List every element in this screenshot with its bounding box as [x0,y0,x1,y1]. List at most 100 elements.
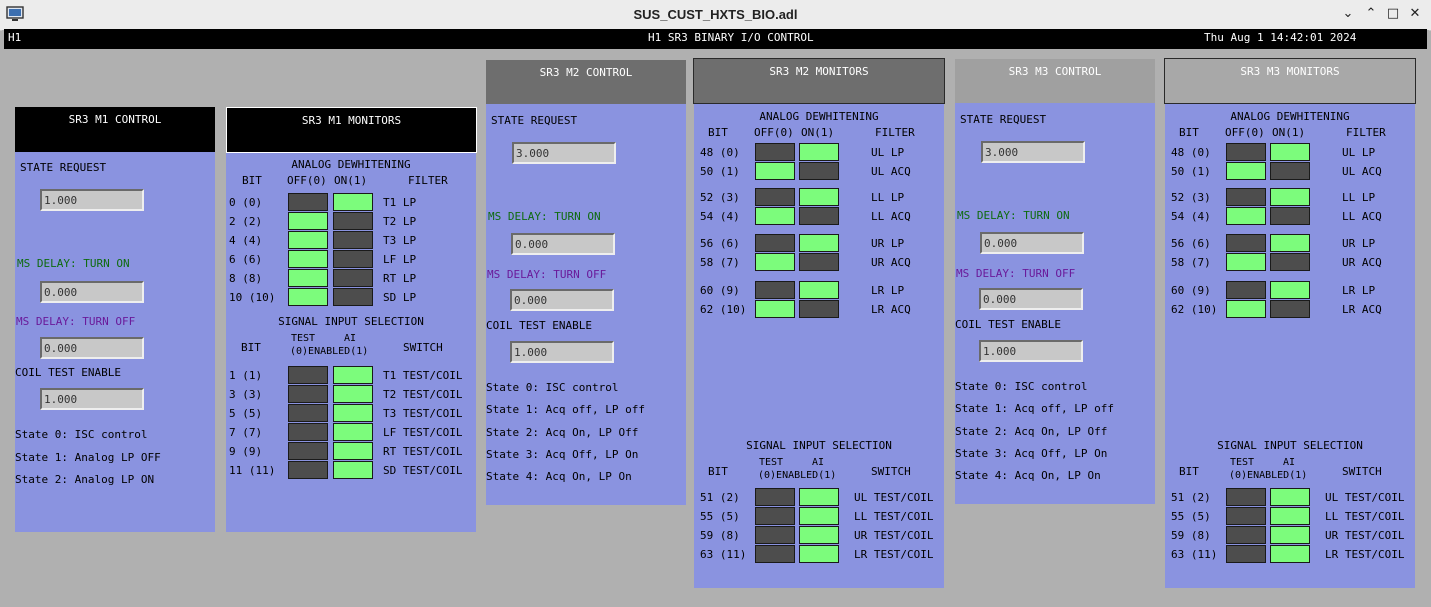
test-state-led[interactable] [1226,545,1266,563]
off-state-led[interactable] [1226,300,1266,318]
off-state-led[interactable] [755,162,795,180]
m3-state-request-input[interactable]: 3.000 [981,141,1085,163]
switch-column-header: SWITCH [403,341,443,354]
test-state-led[interactable] [1226,526,1266,544]
ai-enabled-led[interactable] [1270,507,1310,525]
off-state-led[interactable] [755,207,795,225]
test-state-led[interactable] [1226,488,1266,506]
m1-state-request-input[interactable]: 1.000 [40,189,144,211]
test-state-led[interactable] [288,442,328,460]
off-state-led[interactable] [288,269,328,287]
maximize-button[interactable]: ⌃ [1362,5,1380,23]
test-state-led[interactable] [288,423,328,441]
on-state-led[interactable] [333,288,373,306]
on-state-led[interactable] [1270,143,1310,161]
on-state-led[interactable] [333,269,373,287]
on-state-led[interactable] [333,212,373,230]
ai-enabled-led[interactable] [333,461,373,479]
m3-ms-delay-on-input[interactable]: 0.000 [980,232,1084,254]
off-state-led[interactable] [755,300,795,318]
off-state-led[interactable] [1226,253,1266,271]
m3-monitors-header: SR3 M3 MONITORS [1164,58,1416,104]
on-state-led[interactable] [799,162,839,180]
ai-enabled-led[interactable] [1270,488,1310,506]
on-state-led[interactable] [799,143,839,161]
on-state-led[interactable] [1270,207,1310,225]
off-state-led[interactable] [288,288,328,306]
on-state-led[interactable] [799,188,839,206]
on-state-led[interactable] [799,234,839,252]
filter-label: LR ACQ [1342,303,1382,316]
m2-ms-delay-on-input[interactable]: 0.000 [511,233,615,255]
bit-label: 5 (5) [229,407,263,420]
ai-enabled-led[interactable] [333,423,373,441]
restore-button[interactable]: □ [1384,5,1402,23]
on-state-led[interactable] [333,250,373,268]
on-state-led[interactable] [799,253,839,271]
on-state-led[interactable] [799,281,839,299]
on-state-led[interactable] [799,207,839,225]
switch-label: LR TEST/COIL [854,548,934,561]
off-state-led[interactable] [755,281,795,299]
off-state-led[interactable] [755,143,795,161]
test-state-led[interactable] [755,545,795,563]
off-state-led[interactable] [755,253,795,271]
m1-coil-test-input[interactable]: 1.000 [40,388,144,410]
test-state-led[interactable] [755,488,795,506]
off-state-led[interactable] [1226,281,1266,299]
off-state-led[interactable] [755,188,795,206]
off-state-led[interactable] [288,250,328,268]
ai-enabled-led[interactable] [799,507,839,525]
test-state-led[interactable] [755,526,795,544]
m1-ms-delay-off-input[interactable]: 0.000 [40,337,144,359]
on-state-led[interactable] [1270,253,1310,271]
test-state-led[interactable] [1226,507,1266,525]
on-state-led[interactable] [799,300,839,318]
off-state-led[interactable] [1226,143,1266,161]
off-state-led[interactable] [1226,234,1266,252]
ai-enabled-led[interactable] [799,526,839,544]
m3-ms-delay-off-input[interactable]: 0.000 [979,288,1083,310]
m2-coil-test-input[interactable]: 1.000 [510,341,614,363]
m2-state-request-input[interactable]: 3.000 [512,142,616,164]
test-state-led[interactable] [288,461,328,479]
m3-coil-test-input[interactable]: 1.000 [979,340,1083,362]
on-state-led[interactable] [1270,234,1310,252]
off-state-led[interactable] [755,234,795,252]
on-state-led[interactable] [1270,300,1310,318]
on-state-led[interactable] [333,193,373,211]
off-state-led[interactable] [288,231,328,249]
switch-label: LR TEST/COIL [1325,548,1405,561]
on-state-led[interactable] [1270,162,1310,180]
off-state-led[interactable] [288,193,328,211]
on-state-led[interactable] [333,231,373,249]
off-state-led[interactable] [1226,188,1266,206]
test-column-header: TEST [1229,457,1255,468]
ai-enabled-led[interactable] [333,404,373,422]
test-state-led[interactable] [288,404,328,422]
ai-enabled-led[interactable] [1270,526,1310,544]
off-state-led[interactable] [288,212,328,230]
m2-ms-delay-off-input[interactable]: 0.000 [510,289,614,311]
close-button[interactable]: ✕ [1406,5,1424,23]
test-state-led[interactable] [288,366,328,384]
on-state-led[interactable] [1270,281,1310,299]
ai-enabled-led[interactable] [799,488,839,506]
bit-label: 51 (2) [1171,491,1211,504]
ai-enabled-led[interactable] [799,545,839,563]
ai-enabled-led[interactable] [333,366,373,384]
filter-label: LL ACQ [1342,210,1382,223]
m2-monitors-header: SR3 M2 MONITORS [693,58,945,104]
minimize-button[interactable]: ⌄ [1339,5,1357,23]
on-state-led[interactable] [1270,188,1310,206]
m1-ms-delay-on-input[interactable]: 0.000 [40,281,144,303]
ai-enabled-led[interactable] [333,385,373,403]
ai-enabled-led[interactable] [1270,545,1310,563]
test-state-led[interactable] [288,385,328,403]
m1-control-header: SR3 M1 CONTROL [15,107,215,152]
off-state-led[interactable] [1226,207,1266,225]
ai-enabled-led[interactable] [333,442,373,460]
test-state-led[interactable] [755,507,795,525]
off-state-led[interactable] [1226,162,1266,180]
test-column-header: TEST [758,457,784,468]
